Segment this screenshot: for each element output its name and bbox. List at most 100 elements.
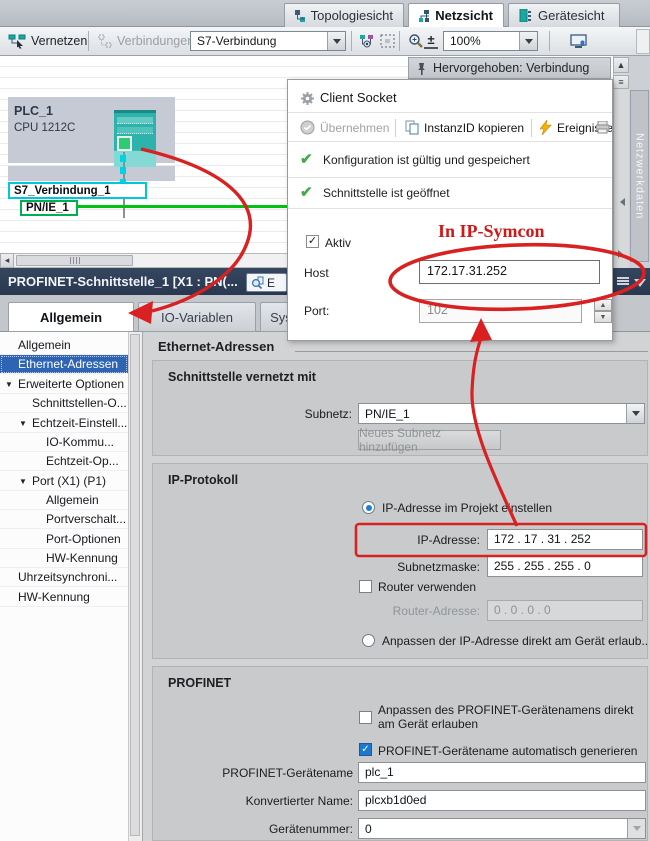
nav-item-erweiterte-optionen[interactable]: ▼Erweiterte Optionen (0, 375, 128, 394)
tia-portal-window: Topologiesicht Netzsicht Gerätesicht Ver… (0, 0, 650, 841)
magnifier-doc-icon (251, 276, 264, 289)
adjust-name-checkbox[interactable] (359, 711, 372, 724)
toolbar-scroll-strip[interactable] (636, 29, 650, 54)
subnet-label[interactable]: PN/IE_1 (20, 200, 78, 216)
copy-icon (405, 120, 419, 135)
chevron-down-icon[interactable] (327, 32, 345, 50)
ip-device-radio[interactable] (362, 634, 375, 647)
nav-item-ethernet-adressen[interactable]: Ethernet-Adressen (0, 355, 128, 374)
port-label: Port: (304, 304, 329, 318)
pin-icon (417, 62, 426, 75)
collapse-panel-icon[interactable] (634, 279, 646, 293)
section-title: Schnittstelle vernetzt mit (168, 370, 316, 384)
tab-netzwerkdaten[interactable]: Netzwerkdaten (630, 90, 649, 262)
nav-item-port-optionen[interactable]: Port-Optionen (0, 530, 128, 549)
tab-allgemein[interactable]: Allgemein (8, 302, 134, 332)
separator (288, 208, 613, 209)
chevron-down-icon (627, 819, 645, 838)
nav-item-port-allgemein[interactable]: Allgemein (0, 491, 128, 510)
nav-item-allgemein[interactable]: Allgemein (0, 336, 128, 355)
nav-item-hw-kennung[interactable]: HW-Kennung (0, 588, 128, 607)
zoom-level-value: 100% (444, 34, 519, 48)
scroll-menu-button[interactable]: ≡ (613, 75, 629, 89)
ip-address-field[interactable]: 172 . 17 . 31 . 252 (487, 529, 643, 550)
expand-arrow-icon[interactable]: ▼ (19, 477, 27, 486)
success-check-icon: ✔ (300, 183, 313, 201)
section-title: IP-Protokoll (168, 473, 238, 487)
zoom-level-select[interactable]: 100% (443, 31, 538, 51)
expand-arrow-icon[interactable]: ▼ (19, 419, 27, 428)
gear-icon (300, 91, 315, 106)
topology-icon (295, 10, 305, 22)
port-input[interactable]: 102 (419, 299, 582, 323)
host-input[interactable]: 172.17.31.252 (419, 260, 600, 284)
inspect-properties-button[interactable]: E (246, 273, 287, 292)
subnet-line[interactable] (78, 205, 287, 208)
splitter-left-icon[interactable] (616, 198, 625, 206)
ip-project-radio[interactable] (362, 501, 375, 514)
tab-topologiesicht[interactable]: Topologiesicht (284, 3, 404, 27)
frame-selection-icon-button[interactable] (376, 30, 399, 52)
s7-connection-label[interactable]: S7_Verbindung_1 (8, 182, 147, 199)
active-checkbox[interactable]: ✓ (306, 235, 319, 248)
separator (351, 31, 352, 51)
device-icon (519, 9, 532, 22)
scroll-left-button[interactable]: ◂ (0, 253, 14, 268)
apply-check-icon (300, 120, 315, 135)
vernetzen-button[interactable]: Vernetzen (4, 30, 91, 52)
tab-io-variablen[interactable]: IO-Variablen (138, 302, 256, 332)
page-title: Ethernet-Adressen (158, 339, 274, 354)
port-spin-down[interactable]: ▼ (594, 311, 612, 323)
port-spin-up[interactable]: ▲ (594, 299, 612, 311)
device-name: PLC_1 (14, 104, 53, 118)
subnet-mask-field[interactable]: 255 . 255 . 255 . 0 (487, 556, 643, 577)
lightning-icon (540, 120, 552, 135)
highlight-network-icon (359, 34, 375, 48)
expand-arrow-icon[interactable]: ▼ (5, 380, 13, 389)
separator (288, 177, 613, 178)
properties-title: PROFINET-Schnittstelle_1 [X1 : PN(... (8, 274, 238, 289)
monitor-icon-button[interactable] (566, 30, 593, 52)
nav-scroll-thumb[interactable] (130, 334, 140, 836)
ip-address-label: IP-Adresse: (370, 533, 480, 547)
profinet-name-field[interactable]: plc_1 (358, 762, 646, 783)
separator (531, 119, 532, 137)
zoom-fit-icon-button[interactable]: ± (424, 31, 438, 49)
hscroll-thumb[interactable] (16, 255, 133, 266)
verbindungen-button[interactable]: Verbindungen (94, 30, 198, 52)
device-number-select[interactable]: 0 (358, 818, 646, 839)
tab-geraetesicht[interactable]: Gerätesicht (508, 3, 620, 27)
converted-name-field[interactable]: plcxb1d0ed (358, 790, 646, 811)
nav-item-echtzeit-optionen[interactable]: Echtzeit-Op... (0, 452, 128, 471)
subnet-select[interactable]: PN/IE_1 (358, 403, 645, 424)
list-icon[interactable] (617, 277, 629, 285)
nav-item-io-kommunikation[interactable]: IO-Kommu... (0, 433, 128, 452)
apply-button[interactable]: Übernehmen (300, 120, 389, 135)
nav-item-portverschaltung[interactable]: Portverschalt... (0, 510, 128, 529)
ip-symcon-annotation: In IP-Symcon (438, 221, 545, 242)
scroll-up-button[interactable]: ▲ (613, 57, 629, 73)
nav-item-uhrzeitsynchronisation[interactable]: Uhrzeitsynchroni... (0, 568, 128, 587)
separator (395, 119, 396, 137)
use-router-checkbox[interactable] (359, 580, 372, 593)
copy-instanzid-button[interactable]: InstanzID kopieren (405, 120, 524, 135)
nav-item-port-x1-p1[interactable]: ▼Port (X1) (P1) (0, 472, 128, 491)
config-status-text: Konfiguration ist gültig und gespeichert (323, 153, 530, 167)
connections-icon (98, 34, 112, 48)
splitter-right-icon[interactable] (618, 250, 627, 258)
adjust-name-label-line1: Anpassen des PROFINET-Gerätenamens direk… (378, 703, 633, 717)
ethernet-port[interactable] (117, 136, 132, 151)
auto-name-checkbox[interactable]: ✓ (359, 743, 372, 756)
debug-button[interactable]: S (596, 120, 613, 134)
nav-item-schnittstellen-optionen[interactable]: Schnittstellen-O... (0, 394, 128, 413)
add-subnet-button[interactable]: Neues Subnetz hinzufügen (358, 430, 501, 450)
connection-type-select[interactable]: S7-Verbindung (190, 31, 346, 51)
chevron-down-icon[interactable] (626, 404, 644, 423)
nav-item-echtzeit-einstellungen[interactable]: ▼Echtzeit-Einstell... (0, 414, 128, 433)
tab-netzsicht[interactable]: Netzsicht (408, 3, 504, 27)
active-label: Aktiv (325, 236, 351, 250)
interface-status-text: Schnittstelle ist geöffnet (323, 186, 450, 200)
chevron-down-icon[interactable] (519, 32, 537, 50)
nav-item-port-hw-kennung[interactable]: HW-Kennung (0, 549, 128, 568)
separator (399, 31, 400, 51)
